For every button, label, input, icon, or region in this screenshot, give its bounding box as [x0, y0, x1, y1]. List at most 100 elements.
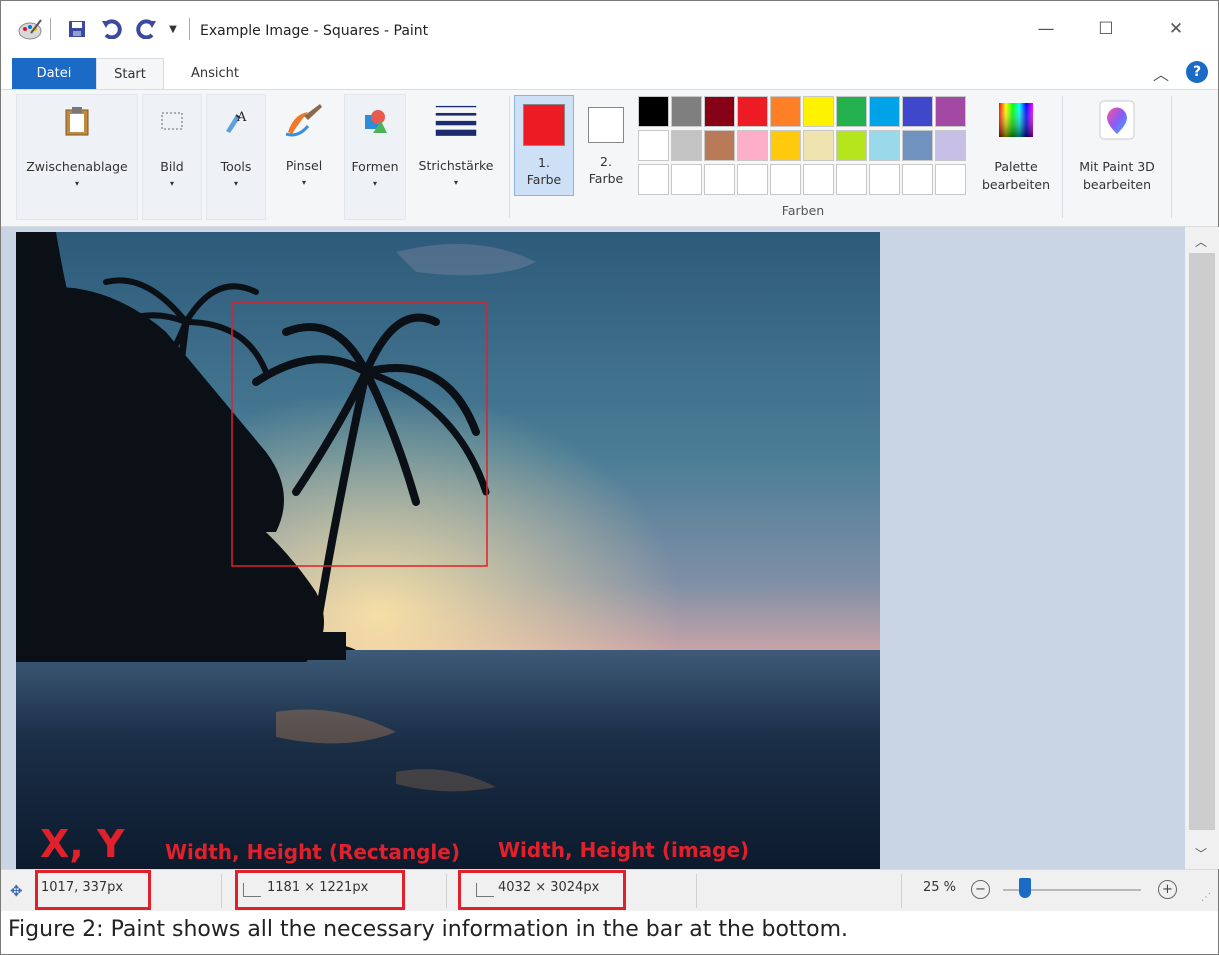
undo-icon[interactable]	[99, 15, 125, 43]
palette-swatch[interactable]	[638, 96, 669, 127]
paint-app-icon[interactable]	[15, 15, 45, 43]
edit-palette-label-line1: Palette	[994, 159, 1038, 174]
ribbon-tab-bar: Datei Start Ansicht ︿ ?	[1, 55, 1218, 89]
color2-swatch	[588, 107, 624, 143]
stroke-width-button[interactable]: Strichstärke ▾	[408, 94, 504, 220]
palette-swatch[interactable]	[836, 164, 867, 195]
color1-label: Farbe	[526, 172, 562, 187]
scroll-up-chevron-icon[interactable]: ︿	[1195, 233, 1207, 250]
redo-icon[interactable]	[133, 15, 159, 43]
title-separator	[189, 18, 190, 40]
palette-swatch[interactable]	[638, 164, 669, 195]
colors-group-label: Farben	[781, 203, 825, 218]
color1-button[interactable]: 1. Farbe	[514, 95, 574, 196]
pencil-tools-icon: A	[214, 99, 258, 143]
help-icon[interactable]: ?	[1186, 61, 1208, 83]
palette-swatch[interactable]	[737, 96, 768, 127]
palette-swatch[interactable]	[671, 96, 702, 127]
tab-ansicht[interactable]: Ansicht	[171, 58, 259, 89]
tab-datei[interactable]: Datei	[12, 58, 96, 89]
palette-swatch[interactable]	[869, 164, 900, 195]
palette-swatch[interactable]	[902, 130, 933, 161]
highlight-selection-size	[235, 870, 405, 910]
image-chevron-down-icon: ▾	[169, 179, 174, 188]
brushes-button[interactable]: Pinsel ▾	[270, 94, 338, 220]
shapes-button[interactable]: Formen ▾	[344, 94, 406, 220]
tools-chevron-down-icon: ▾	[233, 179, 238, 188]
customize-qat-chevron-down-icon[interactable]: ▼	[165, 15, 181, 43]
zoom-slider-thumb[interactable]	[1019, 878, 1031, 898]
palette-swatch[interactable]	[836, 96, 867, 127]
palette-swatch[interactable]	[935, 130, 966, 161]
paint-window: ▼ Example Image - Squares - Paint — ☐ ✕ …	[0, 0, 1219, 911]
palette-swatch[interactable]	[803, 130, 834, 161]
palette-swatch[interactable]	[671, 164, 702, 195]
annotation-xy: X, Y	[40, 822, 125, 866]
paint3d-label-line2: bearbeiten	[1082, 177, 1152, 192]
palette-swatch[interactable]	[803, 96, 834, 127]
window-title: Example Image - Squares - Paint	[200, 23, 429, 39]
color1-number: 1.	[538, 155, 550, 170]
edit-palette-label-line2: bearbeiten	[981, 177, 1051, 192]
svg-text:A: A	[236, 110, 247, 125]
maximize-icon[interactable]: ☐	[1083, 11, 1129, 47]
status-bar: ✥ 1017, 337px 1181 × 1221px 4032 × 3024p…	[1, 869, 1218, 911]
clipboard-button[interactable]: Zwischenablage ▾	[16, 94, 138, 220]
zoom-out-icon[interactable]: −	[971, 880, 990, 899]
palette-swatch[interactable]	[638, 130, 669, 161]
status-divider	[901, 874, 902, 908]
palette-swatch[interactable]	[737, 164, 768, 195]
tab-start[interactable]: Start	[96, 58, 164, 89]
resize-grip-icon[interactable]: ⋰	[1201, 892, 1211, 903]
zoom-in-icon[interactable]: +	[1158, 880, 1177, 899]
palette-swatch[interactable]	[704, 164, 735, 195]
minimize-icon[interactable]: —	[1023, 11, 1069, 47]
edit-palette-button[interactable]: Palette bearbeiten	[974, 94, 1058, 220]
scroll-down-chevron-icon[interactable]: ﹀	[1195, 845, 1207, 862]
highlight-cursor-position	[35, 870, 151, 910]
scrollbar-thumb[interactable]	[1189, 253, 1215, 830]
annotation-image-size: Width, Height (image)	[498, 838, 750, 862]
palette-swatch[interactable]	[902, 96, 933, 127]
palette-swatch[interactable]	[803, 164, 834, 195]
figure-caption-box: Figure 2: Paint shows all the necessary …	[0, 911, 1219, 955]
color1-swatch	[523, 104, 565, 146]
clipboard-label: Zwischenablage	[26, 159, 128, 174]
palette-swatch[interactable]	[704, 96, 735, 127]
palette-swatch[interactable]	[770, 164, 801, 195]
status-divider	[446, 874, 447, 908]
tools-group-button[interactable]: A Tools ▾	[206, 94, 266, 220]
palette-swatch[interactable]	[671, 130, 702, 161]
palette-swatch[interactable]	[770, 96, 801, 127]
palette-swatch[interactable]	[704, 130, 735, 161]
status-divider	[221, 874, 222, 908]
ribbon-separator	[1171, 96, 1172, 218]
palette-swatch[interactable]	[869, 96, 900, 127]
palette-swatch[interactable]	[737, 130, 768, 161]
clipboard-icon	[55, 99, 99, 143]
image-group-button[interactable]: Bild ▾	[142, 94, 202, 220]
stroke-width-icon	[434, 98, 478, 142]
palette-swatch[interactable]	[935, 164, 966, 195]
image-label: Bild	[160, 159, 184, 174]
paint3d-label-line1: Mit Paint 3D	[1079, 159, 1155, 174]
stroke-width-label: Strichstärke	[418, 158, 494, 173]
close-icon[interactable]: ✕	[1153, 11, 1199, 47]
sunset-palm-image[interactable]	[16, 232, 880, 869]
palette-swatch[interactable]	[935, 96, 966, 127]
annotation-rectangle-size: Width, Height (Rectangle)	[165, 840, 460, 864]
shapes-chevron-down-icon: ▾	[372, 179, 377, 188]
save-icon[interactable]	[65, 15, 89, 43]
ribbon-separator	[509, 96, 510, 218]
color-palette	[638, 96, 970, 198]
palette-swatch[interactable]	[902, 164, 933, 195]
palette-swatch[interactable]	[836, 130, 867, 161]
color2-button[interactable]: 2. Farbe	[579, 95, 633, 196]
color2-label: Farbe	[588, 171, 624, 186]
palette-swatch[interactable]	[869, 130, 900, 161]
brushes-label: Pinsel	[285, 158, 323, 173]
open-paint3d-button[interactable]: Mit Paint 3D bearbeiten	[1064, 94, 1170, 220]
palette-swatch[interactable]	[770, 130, 801, 161]
collapse-ribbon-chevron-up-icon[interactable]: ︿	[1153, 61, 1169, 85]
color-spectrum-icon	[994, 98, 1038, 142]
